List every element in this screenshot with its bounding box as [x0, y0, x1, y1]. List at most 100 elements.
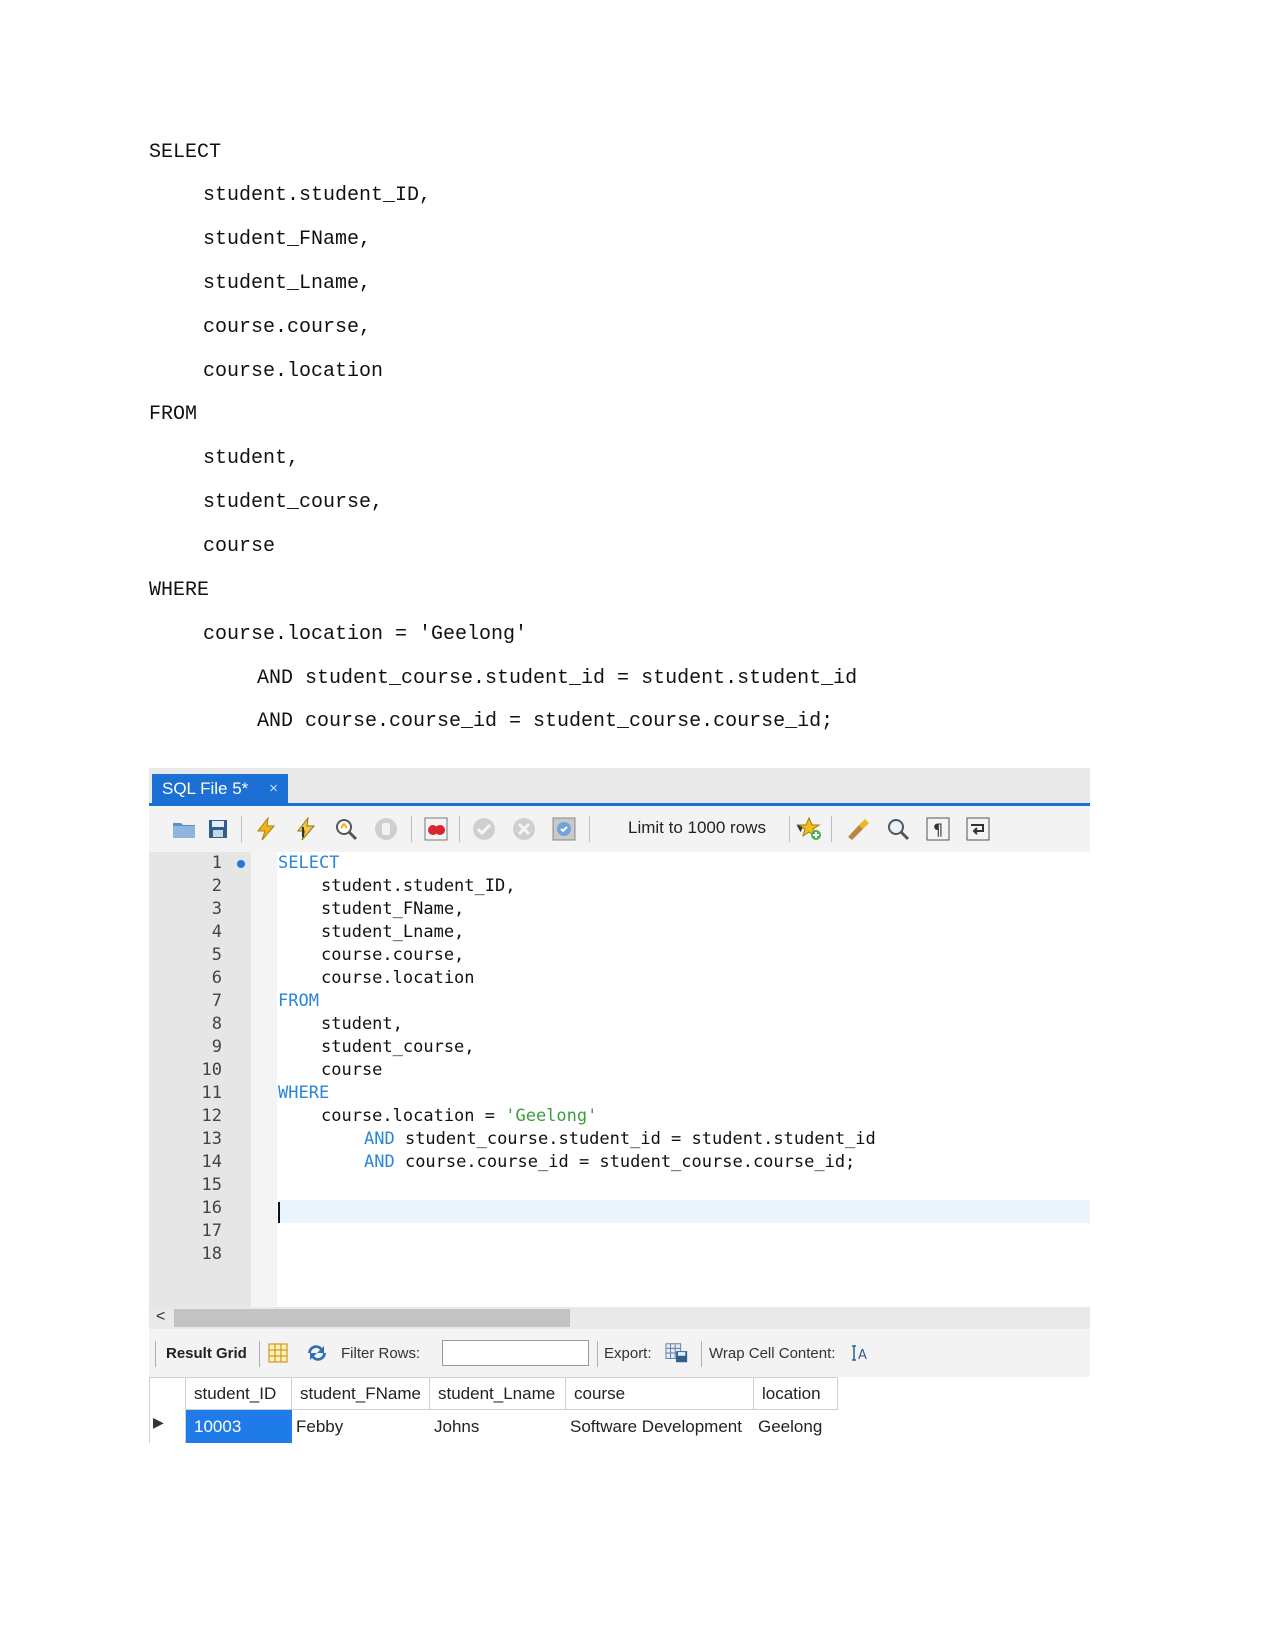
tab-label: SQL File 5* [162, 779, 249, 798]
toolbar-separator [155, 1341, 156, 1367]
svg-text:A: A [858, 1348, 867, 1363]
doc-line: student, [203, 447, 300, 470]
doc-line: student_FName, [203, 228, 372, 251]
chevron-left-icon[interactable]: < [156, 1308, 165, 1326]
code-line: student.student_ID, [321, 876, 516, 896]
sql-editor[interactable]: 1 2 3 4 5 6 7 8 9 10 11 12 13 14 15 16 1… [149, 852, 1090, 1307]
current-row-icon: ▶ [153, 1414, 164, 1430]
code-line: student, [321, 1014, 403, 1034]
toolbar-separator [701, 1341, 702, 1367]
snippet-icon[interactable] [797, 816, 823, 842]
line-number: 15 [201, 1175, 222, 1195]
column-header[interactable]: student_FName [292, 1377, 430, 1410]
code-line: course.location [321, 968, 475, 988]
row-header-column [149, 1377, 186, 1443]
horizontal-scrollbar[interactable]: < [149, 1307, 1090, 1329]
export-label: Export: [604, 1345, 652, 1362]
statement-marker-icon [237, 860, 245, 868]
close-icon[interactable]: × [269, 780, 278, 797]
line-number: 6 [211, 968, 222, 988]
column-header[interactable]: student_Lname [430, 1377, 566, 1410]
autocommit-icon[interactable] [551, 816, 577, 842]
svg-text:¶: ¶ [933, 820, 943, 839]
editor-margin [251, 852, 277, 1307]
code-line: SELECT [278, 853, 340, 873]
code-line: course.course, [321, 945, 465, 965]
find-icon[interactable] [885, 816, 911, 842]
code-line: student_Lname, [321, 922, 465, 942]
line-number: 13 [201, 1129, 222, 1149]
grid-cell[interactable]: Geelong [754, 1410, 838, 1443]
export-icon[interactable] [665, 1341, 689, 1365]
toolbar-separator [597, 1341, 598, 1367]
open-folder-icon[interactable] [171, 816, 197, 842]
stop-icon[interactable] [373, 816, 399, 842]
rollback-icon[interactable] [511, 816, 537, 842]
column-header[interactable]: student_ID [186, 1377, 292, 1410]
doc-line: WHERE [149, 579, 210, 602]
explain-icon[interactable] [333, 816, 359, 842]
line-number: 10 [201, 1060, 222, 1080]
toolbar-separator [831, 816, 832, 842]
toolbar-separator [589, 816, 590, 842]
toggle-error-icon[interactable] [423, 816, 449, 842]
refresh-icon[interactable] [305, 1341, 329, 1365]
filter-rows-input[interactable] [442, 1340, 589, 1366]
grid-layout-icon[interactable] [266, 1341, 290, 1365]
toolbar-separator [459, 816, 460, 842]
wrap-cell-label: Wrap Cell Content: [709, 1345, 836, 1362]
grid-cell[interactable]: Febby [292, 1410, 430, 1443]
save-icon[interactable] [205, 816, 231, 842]
wrap-cell-icon[interactable]: A [849, 1341, 873, 1365]
scrollbar-thumb[interactable] [174, 1309, 570, 1327]
grid-cell[interactable]: Johns [430, 1410, 566, 1443]
keyword-token: AND [364, 1152, 395, 1172]
doc-line: FROM [149, 403, 198, 426]
grid-cell[interactable]: Software Development [566, 1410, 754, 1443]
result-grid: ▶ student_ID student_FName student_Lname… [149, 1377, 1090, 1470]
doc-line: course [203, 535, 276, 558]
result-grid-tab[interactable]: Result Grid [166, 1345, 247, 1362]
toolbar-separator [411, 816, 412, 842]
execute-icon[interactable] [253, 816, 279, 842]
line-number: 14 [201, 1152, 222, 1172]
tab-sql-file[interactable]: SQL File 5* × [152, 774, 288, 804]
editor-toolbar: Limit to 1000 rows ▼ ¶ [149, 806, 1090, 852]
result-toolbar: Result Grid Filter Rows: Export: Wrap Ce… [149, 1329, 1090, 1377]
grid-cell-selected[interactable]: 10003 [186, 1410, 292, 1443]
code-token: course.location = [321, 1106, 506, 1126]
doc-line: SELECT [149, 141, 222, 164]
column-header[interactable]: location [754, 1377, 838, 1410]
line-number: 12 [201, 1106, 222, 1126]
code-line: course [321, 1060, 383, 1080]
column-header[interactable]: course [566, 1377, 754, 1410]
toolbar-separator [789, 816, 790, 842]
toolbar-separator [259, 1341, 260, 1367]
doc-line: course.location [203, 360, 384, 383]
invisible-chars-icon[interactable]: ¶ [925, 816, 951, 842]
keyword-token: AND [364, 1129, 395, 1149]
line-number: 4 [211, 922, 222, 942]
commit-icon[interactable] [471, 816, 497, 842]
beautify-icon[interactable] [845, 816, 871, 842]
line-number: 2 [211, 876, 222, 896]
code-line: student_course, [321, 1037, 475, 1057]
current-line-highlight [278, 1200, 1090, 1223]
line-number: 11 [201, 1083, 222, 1103]
doc-line: student_course, [203, 491, 384, 514]
code-line: FROM [278, 991, 319, 1011]
limit-rows-select[interactable]: Limit to 1000 rows [628, 818, 766, 838]
code-line: course.location = 'Geelong' [321, 1105, 597, 1128]
toolbar-separator [241, 816, 242, 842]
line-number: 16 [201, 1198, 222, 1218]
line-number: 18 [201, 1244, 222, 1264]
doc-line: AND student_course.student_id = student.… [257, 667, 858, 690]
code-line: WHERE [278, 1083, 330, 1103]
execute-current-icon[interactable] [293, 816, 319, 842]
filter-rows-label: Filter Rows: [341, 1345, 421, 1362]
text-cursor [278, 1202, 280, 1223]
code-token: course.course_id = student_course.course… [394, 1152, 856, 1172]
wrap-icon[interactable] [965, 816, 991, 842]
line-number: 3 [211, 899, 222, 919]
doc-line: course.location = 'Geelong' [203, 623, 528, 646]
